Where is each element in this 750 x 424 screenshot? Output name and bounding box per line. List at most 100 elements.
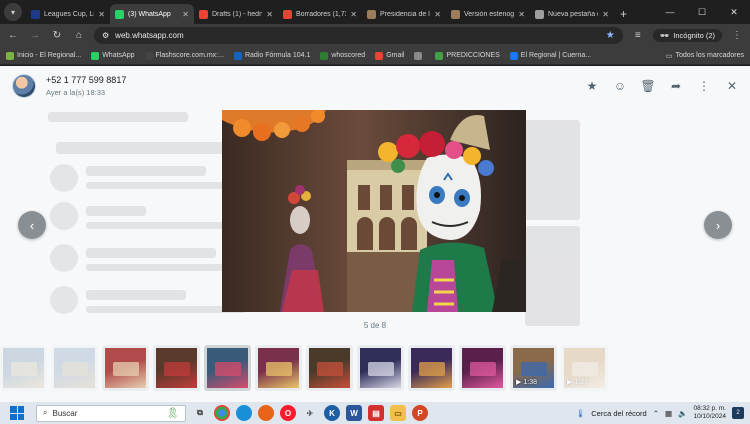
network-icon[interactable]: ▦ [665, 409, 672, 418]
media-thumbnail[interactable] [0, 345, 47, 391]
hidden-icons-icon[interactable]: ⌃ [653, 409, 659, 418]
tab-favicon-icon [115, 9, 124, 19]
bookmark-item[interactable]: Inicio - El Regional... [6, 51, 82, 60]
tab-favicon-icon [283, 9, 292, 19]
media-thumbnail[interactable] [459, 345, 506, 391]
media-thumbnail[interactable]: ▶ 1:27 [561, 345, 608, 391]
tab-close-icon[interactable]: ✕ [518, 10, 525, 19]
bookmark-item[interactable] [414, 51, 425, 60]
bookmarks-bar: Inicio - El Regional... WhatsApp Flashsc… [0, 47, 750, 65]
sent-time: Ayer a la(s) 18:33 [46, 88, 106, 97]
tab-close-icon[interactable]: ✕ [350, 10, 357, 19]
volume-icon[interactable]: 🔈 [678, 409, 687, 418]
explorer-icon[interactable]: ▭ [390, 405, 406, 421]
opera-icon[interactable]: O [280, 405, 296, 421]
media-thumbnail[interactable]: ▶ 1:38 [510, 345, 557, 391]
task-view-icon[interactable]: ⧉ [192, 405, 208, 421]
bookmark-star-icon[interactable]: ★ [606, 30, 615, 41]
media-thumbnail[interactable] [408, 345, 455, 391]
tab-title: Drafts (1) - hedn [212, 10, 263, 18]
browser-tab[interactable]: Presidencia de la ✕ [362, 4, 446, 24]
bookmark-favicon-icon [414, 51, 423, 60]
bookmark-label: PREDICCIONES [446, 52, 500, 59]
chrome-icon[interactable] [214, 405, 230, 421]
weather-text[interactable]: Cerca del récord [591, 409, 646, 418]
browser-tab[interactable]: Drafts (1) - hedn ✕ [194, 4, 278, 24]
media-thumbnail[interactable] [255, 345, 302, 391]
catrina-photo [222, 110, 526, 312]
more-options-icon[interactable]: ⋮ [698, 79, 710, 93]
tab-title: Leagues Cup, Lig [44, 10, 95, 18]
notifications-icon[interactable]: 2 [732, 407, 744, 419]
close-window-icon[interactable]: ✕ [718, 0, 750, 24]
powerpoint-icon[interactable]: P [412, 405, 428, 421]
star-icon[interactable]: ★ [586, 79, 598, 93]
home-icon[interactable]: ⌂ [72, 30, 86, 41]
address-bar[interactable]: ⚙ web.whatsapp.com ★ [94, 27, 623, 44]
tab-close-icon[interactable]: ✕ [266, 10, 273, 19]
back-icon[interactable]: ← [6, 30, 20, 41]
media-thumbnail[interactable] [204, 345, 251, 391]
pdf-icon[interactable]: ▤ [368, 405, 384, 421]
tab-close-icon[interactable]: ✕ [434, 10, 441, 19]
browser-tab[interactable]: (3) WhatsApp ✕ [110, 4, 194, 24]
forward-icon[interactable]: → [28, 30, 42, 41]
thumbnail-image [368, 362, 394, 376]
bookmark-item[interactable]: whoscored [320, 51, 366, 60]
site-info-icon[interactable]: ⚙ [102, 31, 109, 40]
close-icon[interactable]: ✕ [726, 79, 738, 93]
bookmark-favicon-icon [91, 51, 100, 60]
incognito-icon: 🕶 [659, 31, 670, 40]
bookmark-label: Inicio - El Regional... [17, 52, 82, 59]
media-thumbnail[interactable] [153, 345, 200, 391]
all-bookmarks-button[interactable]: ▭ Todos los marcadores [666, 52, 744, 60]
bookmark-item[interactable]: Radio Fórmula 104.1 [233, 51, 310, 60]
maximize-icon[interactable]: ☐ [686, 0, 718, 24]
media-thumbnail[interactable] [102, 345, 149, 391]
thumbnail-image [113, 362, 139, 376]
next-media-button[interactable]: › [704, 211, 732, 239]
browser-tab[interactable]: Nueva pestaña d ✕ [530, 4, 614, 24]
reload-icon[interactable]: ↻ [50, 30, 64, 41]
emoji-icon[interactable]: ☺ [614, 79, 626, 93]
browser-tab[interactable]: Versión estenogr ✕ [446, 4, 530, 24]
media-thumbnail[interactable] [306, 345, 353, 391]
media-thumbnail[interactable] [357, 345, 404, 391]
k-app-icon[interactable]: K [324, 405, 340, 421]
menu-icon[interactable]: ⋮ [730, 30, 744, 41]
browser-tab[interactable]: Leagues Cup, Lig ✕ [26, 4, 110, 24]
viewer-header: +52 1 777 599 8817 Ayer a la(s) 18:33 ★ … [0, 66, 750, 106]
tab-favicon-icon [199, 9, 208, 19]
edge-icon[interactable] [236, 405, 252, 421]
tab-groups-icon[interactable]: ≡ [631, 30, 645, 41]
tab-close-icon[interactable]: ✕ [98, 10, 105, 19]
forward-icon[interactable]: ➦ [670, 79, 682, 93]
new-tab-button[interactable]: + [614, 4, 633, 24]
avatar[interactable] [12, 74, 36, 98]
app-icon[interactable]: ✈ [302, 405, 318, 421]
windows-start-icon[interactable] [10, 406, 24, 420]
tab-close-icon[interactable]: ✕ [182, 10, 189, 19]
tab-search-button[interactable]: ▾ [4, 3, 22, 21]
bookmark-item[interactable]: WhatsApp [91, 51, 135, 60]
tab-title: Versión estenogr [464, 10, 515, 18]
bookmark-item[interactable]: PREDICCIONES [435, 51, 500, 60]
tab-close-icon[interactable]: ✕ [602, 10, 609, 19]
main-photo[interactable] [222, 110, 526, 312]
bookmark-item[interactable]: El Regional | Cuerna... [509, 51, 591, 60]
word-icon[interactable]: W [346, 405, 362, 421]
delete-icon[interactable]: 🗑 [640, 79, 655, 93]
incognito-button[interactable]: 🕶 Incógnito (2) [652, 29, 722, 42]
bookmark-item[interactable]: Flashscore.com.mx:... [144, 51, 224, 60]
firefox-icon[interactable] [258, 405, 274, 421]
bookmark-item[interactable]: Gmail [375, 51, 404, 60]
bookmark-label: whoscored [331, 52, 366, 59]
browser-tab[interactable]: Borradores (1,73 ✕ [278, 4, 362, 24]
previous-media-button[interactable]: ‹ [18, 211, 46, 239]
thumbnail-image [266, 362, 292, 376]
search-placeholder: Buscar [52, 408, 78, 418]
clock[interactable]: 08:32 p. m. 10/10/2024 [693, 405, 726, 421]
media-thumbnail[interactable] [51, 345, 98, 391]
minimize-icon[interactable]: — [654, 0, 686, 24]
taskbar-search[interactable]: ⌕ Buscar 🎗 [36, 404, 186, 422]
